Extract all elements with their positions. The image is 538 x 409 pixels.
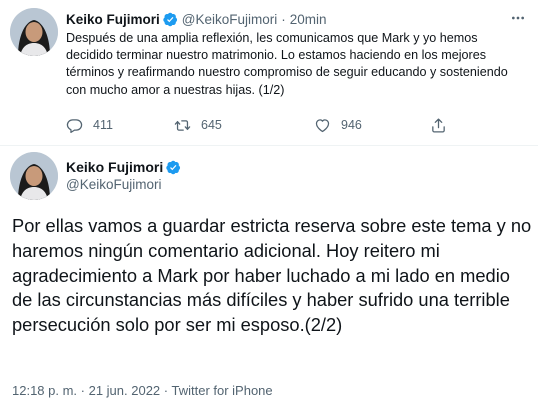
- avatar-image: [10, 152, 58, 200]
- tweet2-text: Por ellas vamos a guardar estricta reser…: [12, 215, 532, 336]
- like-button[interactable]: 946: [314, 116, 362, 134]
- author-handle[interactable]: @KeikoFujimori: [66, 177, 161, 192]
- retweet-icon: [174, 119, 191, 131]
- tweet1-header: Keiko Fujimori @KeikoFujimori · 20min: [66, 10, 327, 28]
- reply-icon: [66, 118, 83, 133]
- share-button[interactable]: [430, 116, 457, 134]
- avatar-image: [10, 8, 58, 56]
- tweet-timestamp[interactable]: 12:18 p. m. · 21 jun. 2022 ·: [12, 383, 171, 398]
- verified-badge-icon: [166, 160, 181, 175]
- retweet-button[interactable]: 645: [174, 116, 222, 134]
- heart-icon: [315, 118, 330, 132]
- avatar[interactable]: [10, 8, 58, 56]
- share-icon: [432, 117, 445, 133]
- tweet-divider: [0, 145, 538, 146]
- reply-count: 411: [93, 118, 113, 132]
- retweet-count: 645: [201, 118, 222, 132]
- author-name[interactable]: Keiko Fujimori: [66, 159, 163, 175]
- author-name[interactable]: Keiko Fujimori: [66, 12, 160, 27]
- tweet-time[interactable]: 20min: [290, 12, 327, 27]
- reply-button[interactable]: 411: [66, 116, 113, 134]
- verified-badge-icon: [163, 12, 178, 27]
- tweet1-text: Después de una amplia reflexión, les com…: [66, 31, 508, 97]
- tweet-source[interactable]: Twitter for iPhone: [171, 383, 272, 398]
- separator-dot: ·: [281, 11, 286, 27]
- tweet1-actions: 411 645 946: [66, 116, 486, 134]
- like-count: 946: [341, 118, 362, 132]
- avatar[interactable]: [10, 152, 58, 200]
- tweet2-name-row: Keiko Fujimori: [66, 158, 185, 176]
- author-handle[interactable]: @KeikoFujimori: [182, 12, 277, 27]
- more-dots-icon[interactable]: [510, 10, 526, 26]
- tweet-metadata: 12:18 p. m. · 21 jun. 2022 · Twitter for…: [12, 383, 273, 398]
